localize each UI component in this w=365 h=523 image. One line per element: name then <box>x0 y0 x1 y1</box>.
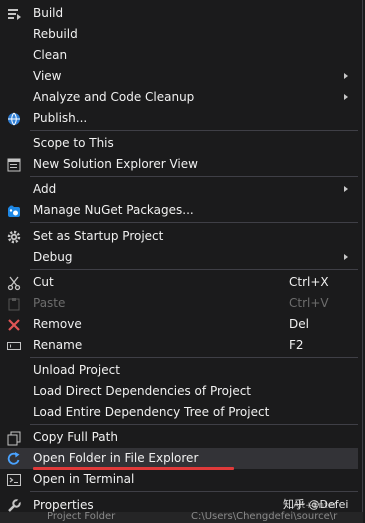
menu-item-load-tree[interactable]: Load Entire Dependency Tree of Project <box>0 402 358 423</box>
publish-label: Publish... <box>33 111 88 125</box>
rebuild-label: Rebuild <box>33 27 78 41</box>
new-view-label: New Solution Explorer View <box>33 157 198 171</box>
submenu-arrow-icon <box>344 73 348 79</box>
unload-label: Unload Project <box>33 363 120 377</box>
menu-item-remove[interactable]: Remove Del <box>0 314 358 335</box>
terminal-icon <box>7 474 21 486</box>
context-menu: Build Rebuild Clean View Analyze and Cod… <box>0 0 363 523</box>
clean-label: Clean <box>33 48 68 62</box>
menu-item-unload[interactable]: Unload Project <box>0 360 358 381</box>
clipboard-icon <box>8 298 20 311</box>
cut-shortcut: Ctrl+X <box>289 275 329 289</box>
copy-path-label: Copy Full Path <box>33 430 118 444</box>
solution-explorer-icon <box>7 158 21 172</box>
globe-icon <box>8 112 20 126</box>
submenu-arrow-icon <box>344 94 348 100</box>
menu-item-open-terminal[interactable]: Open in Terminal <box>0 469 358 490</box>
build-label: Build <box>33 6 64 20</box>
open-terminal-label: Open in Terminal <box>33 472 135 486</box>
paste-shortcut: Ctrl+V <box>289 296 329 310</box>
background-properties-row: Project Folder C:\Users\Chengdefei\sourc… <box>0 511 363 523</box>
scissors-icon <box>7 276 21 291</box>
project-folder-path: C:\Users\Chengdefei\source\r <box>191 511 338 522</box>
menu-separator <box>30 269 358 270</box>
open-folder-label: Open Folder in File Explorer <box>33 451 199 465</box>
startup-label: Set as Startup Project <box>33 229 164 243</box>
menu-item-nuget[interactable]: Manage NuGet Packages... <box>0 200 358 221</box>
menu-item-debug[interactable]: Debug <box>0 247 358 268</box>
nuget-icon <box>8 205 20 217</box>
menu-separator <box>30 130 358 131</box>
menu-item-cut[interactable]: Cut Ctrl+X <box>0 272 358 293</box>
gear-icon <box>7 230 21 244</box>
menu-item-analyze[interactable]: Analyze and Code Cleanup <box>0 87 358 108</box>
copy-icon <box>7 431 21 446</box>
menu-item-build[interactable]: Build <box>0 3 358 24</box>
rename-shortcut: F2 <box>289 338 304 352</box>
menu-item-startup[interactable]: Set as Startup Project <box>0 226 358 247</box>
menu-item-view[interactable]: View <box>0 66 358 87</box>
menu-item-scope[interactable]: Scope to This <box>0 133 358 154</box>
nuget-label: Manage NuGet Packages... <box>33 203 194 217</box>
load-tree-label: Load Entire Dependency Tree of Project <box>33 405 270 419</box>
add-label: Add <box>33 182 57 196</box>
menu-separator <box>30 424 358 425</box>
analyze-label: Analyze and Code Cleanup <box>33 90 195 104</box>
menu-item-new-view[interactable]: New Solution Explorer View <box>0 154 358 175</box>
submenu-arrow-icon <box>344 254 348 260</box>
menu-item-rebuild[interactable]: Rebuild <box>0 24 358 45</box>
build-icon <box>8 9 21 20</box>
menu-item-load-direct[interactable]: Load Direct Dependencies of Project <box>0 381 358 402</box>
menu-item-rename[interactable]: Rename F2 <box>0 335 358 356</box>
debug-label: Debug <box>33 250 73 264</box>
refresh-arrow-icon <box>7 452 20 465</box>
rename-icon <box>7 342 21 350</box>
menu-item-copy-path[interactable]: Copy Full Path <box>0 427 358 448</box>
menu-separator <box>30 491 358 492</box>
project-folder-label: Project Folder <box>47 511 116 522</box>
paste-label: Paste <box>33 296 66 310</box>
menu-item-add[interactable]: Add <box>0 179 358 200</box>
remove-label: Remove <box>33 317 82 331</box>
menu-separator <box>30 357 358 358</box>
load-direct-label: Load Direct Dependencies of Project <box>33 384 251 398</box>
menu-item-clean[interactable]: Clean <box>0 45 358 66</box>
menu-item-publish[interactable]: Publish... <box>0 108 358 129</box>
submenu-arrow-icon <box>344 186 348 192</box>
scope-label: Scope to This <box>33 136 114 150</box>
close-icon <box>8 319 20 331</box>
view-label: View <box>33 69 62 83</box>
menu-item-paste[interactable]: Paste Ctrl+V <box>0 293 358 314</box>
remove-shortcut: Del <box>289 317 309 331</box>
cut-label: Cut <box>33 275 54 289</box>
rename-label: Rename <box>33 338 83 352</box>
menu-separator <box>30 176 358 177</box>
menu-separator <box>30 222 358 223</box>
zhihu-watermark: 知乎 @Defei <box>283 498 349 511</box>
menu-item-open-folder[interactable]: Open Folder in File Explorer <box>0 448 358 469</box>
